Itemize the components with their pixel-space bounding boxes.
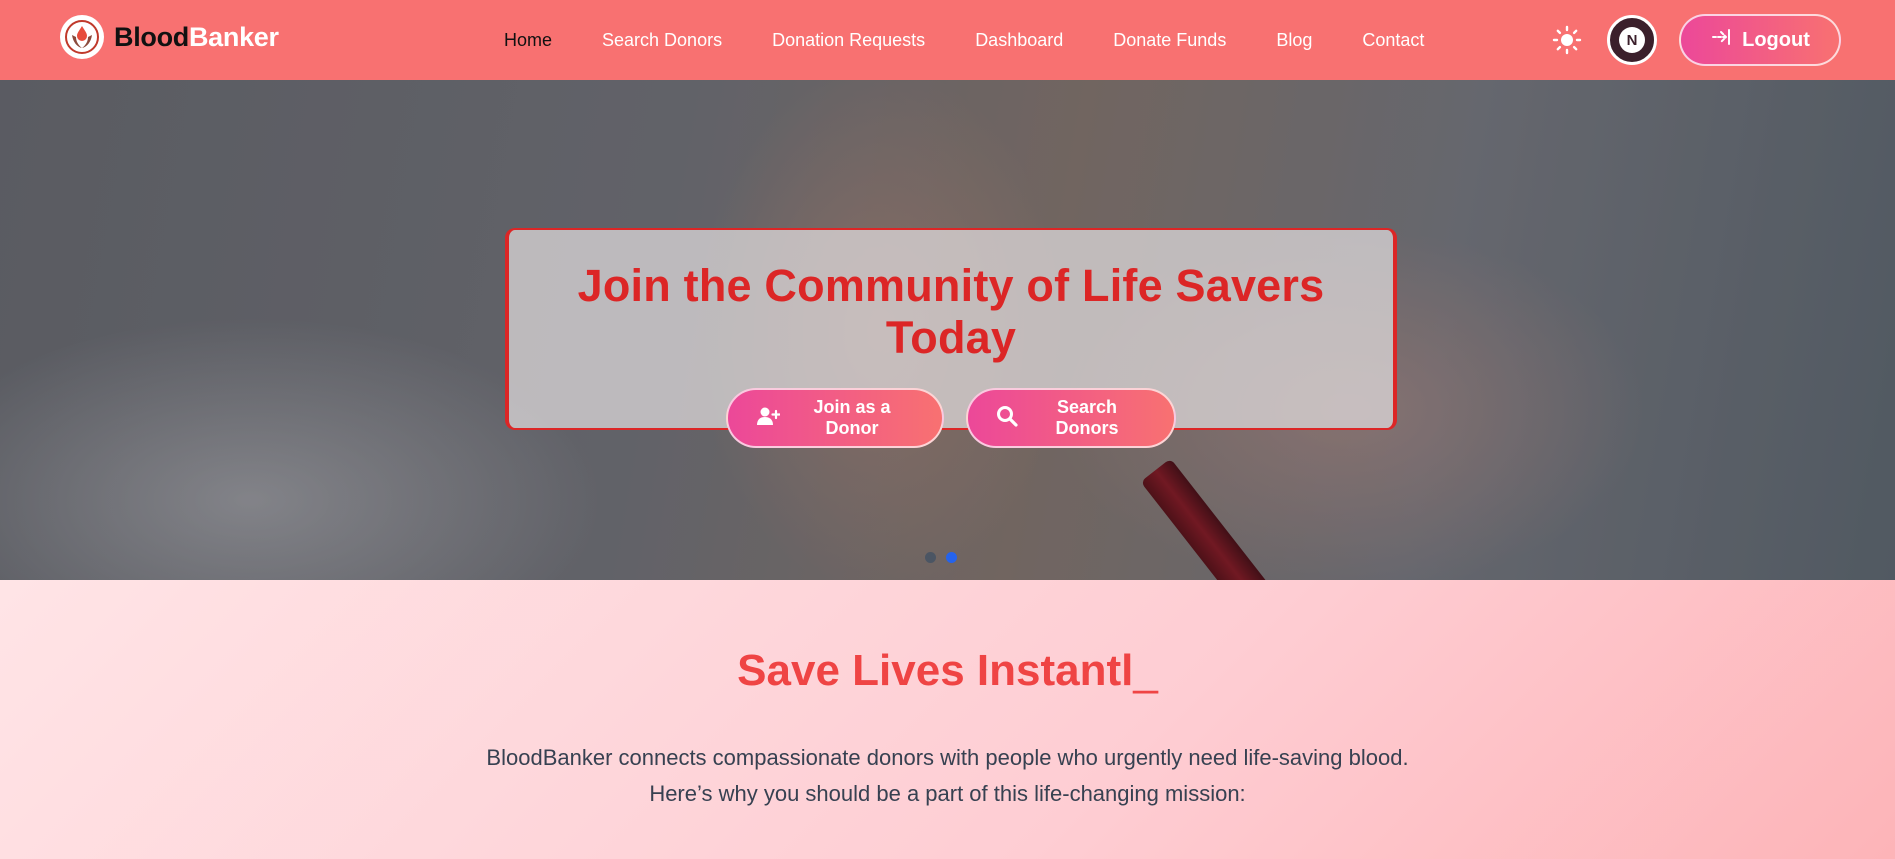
mission-title: Save Lives Instantl_ — [0, 646, 1895, 696]
avatar[interactable]: N — [1607, 15, 1657, 65]
mission-line-1: BloodBanker connects compassionate donor… — [486, 745, 1409, 770]
navbar: BloodBanker Home Search Donors Donation … — [0, 0, 1895, 80]
hero-carousel: Join the Community of Life Savers Today … — [0, 80, 1895, 580]
nav-blog[interactable]: Blog — [1276, 30, 1312, 51]
logout-button[interactable]: Logout — [1679, 14, 1841, 66]
logout-arrow-icon — [1710, 28, 1732, 52]
brand[interactable]: BloodBanker — [60, 15, 279, 59]
search-donors-button[interactable]: Search Donors — [966, 388, 1176, 448]
blood-drop-hands-icon — [60, 15, 104, 59]
mission-description: BloodBanker connects compassionate donor… — [0, 740, 1895, 812]
typing-cursor: _ — [1133, 646, 1158, 695]
carousel-dot-1[interactable] — [925, 552, 936, 563]
nav-search-donors[interactable]: Search Donors — [602, 30, 722, 51]
brand-name: BloodBanker — [114, 22, 279, 53]
nav-home[interactable]: Home — [504, 30, 552, 51]
join-as-donor-label: Join as a Donor — [813, 397, 891, 438]
nav-dashboard[interactable]: Dashboard — [975, 30, 1063, 51]
sun-icon[interactable] — [1549, 22, 1585, 58]
nav-donation-requests[interactable]: Donation Requests — [772, 30, 925, 51]
mission-title-text: Save Lives Instantl — [737, 646, 1134, 695]
nav-actions: N Logout — [1549, 0, 1841, 80]
hero-card: Join the Community of Life Savers Today … — [505, 228, 1397, 448]
carousel-dot-2[interactable] — [946, 552, 957, 563]
nav-donate-funds[interactable]: Donate Funds — [1113, 30, 1226, 51]
search-icon — [996, 405, 1018, 432]
mission-section: Save Lives Instantl_ BloodBanker connect… — [0, 580, 1895, 859]
hero-title: Join the Community of Life Savers Today — [577, 260, 1325, 363]
brand-name-part1: Blood — [114, 21, 189, 52]
main-nav: Home Search Donors Donation Requests Das… — [504, 0, 1474, 80]
mission-line-2: Here’s why you should be a part of this … — [649, 781, 1246, 806]
nav-contact[interactable]: Contact — [1362, 30, 1424, 51]
join-as-donor-button[interactable]: Join as a Donor — [726, 388, 944, 448]
brand-name-part2: Banker — [188, 21, 279, 52]
search-donors-label: Search Donors — [1055, 397, 1119, 438]
logout-label: Logout — [1742, 28, 1810, 51]
user-plus-icon — [756, 406, 781, 431]
hero-buttons: Join as a Donor Search Donors — [509, 388, 1393, 448]
avatar-initial: N — [1619, 27, 1645, 53]
carousel-dots — [925, 552, 957, 563]
